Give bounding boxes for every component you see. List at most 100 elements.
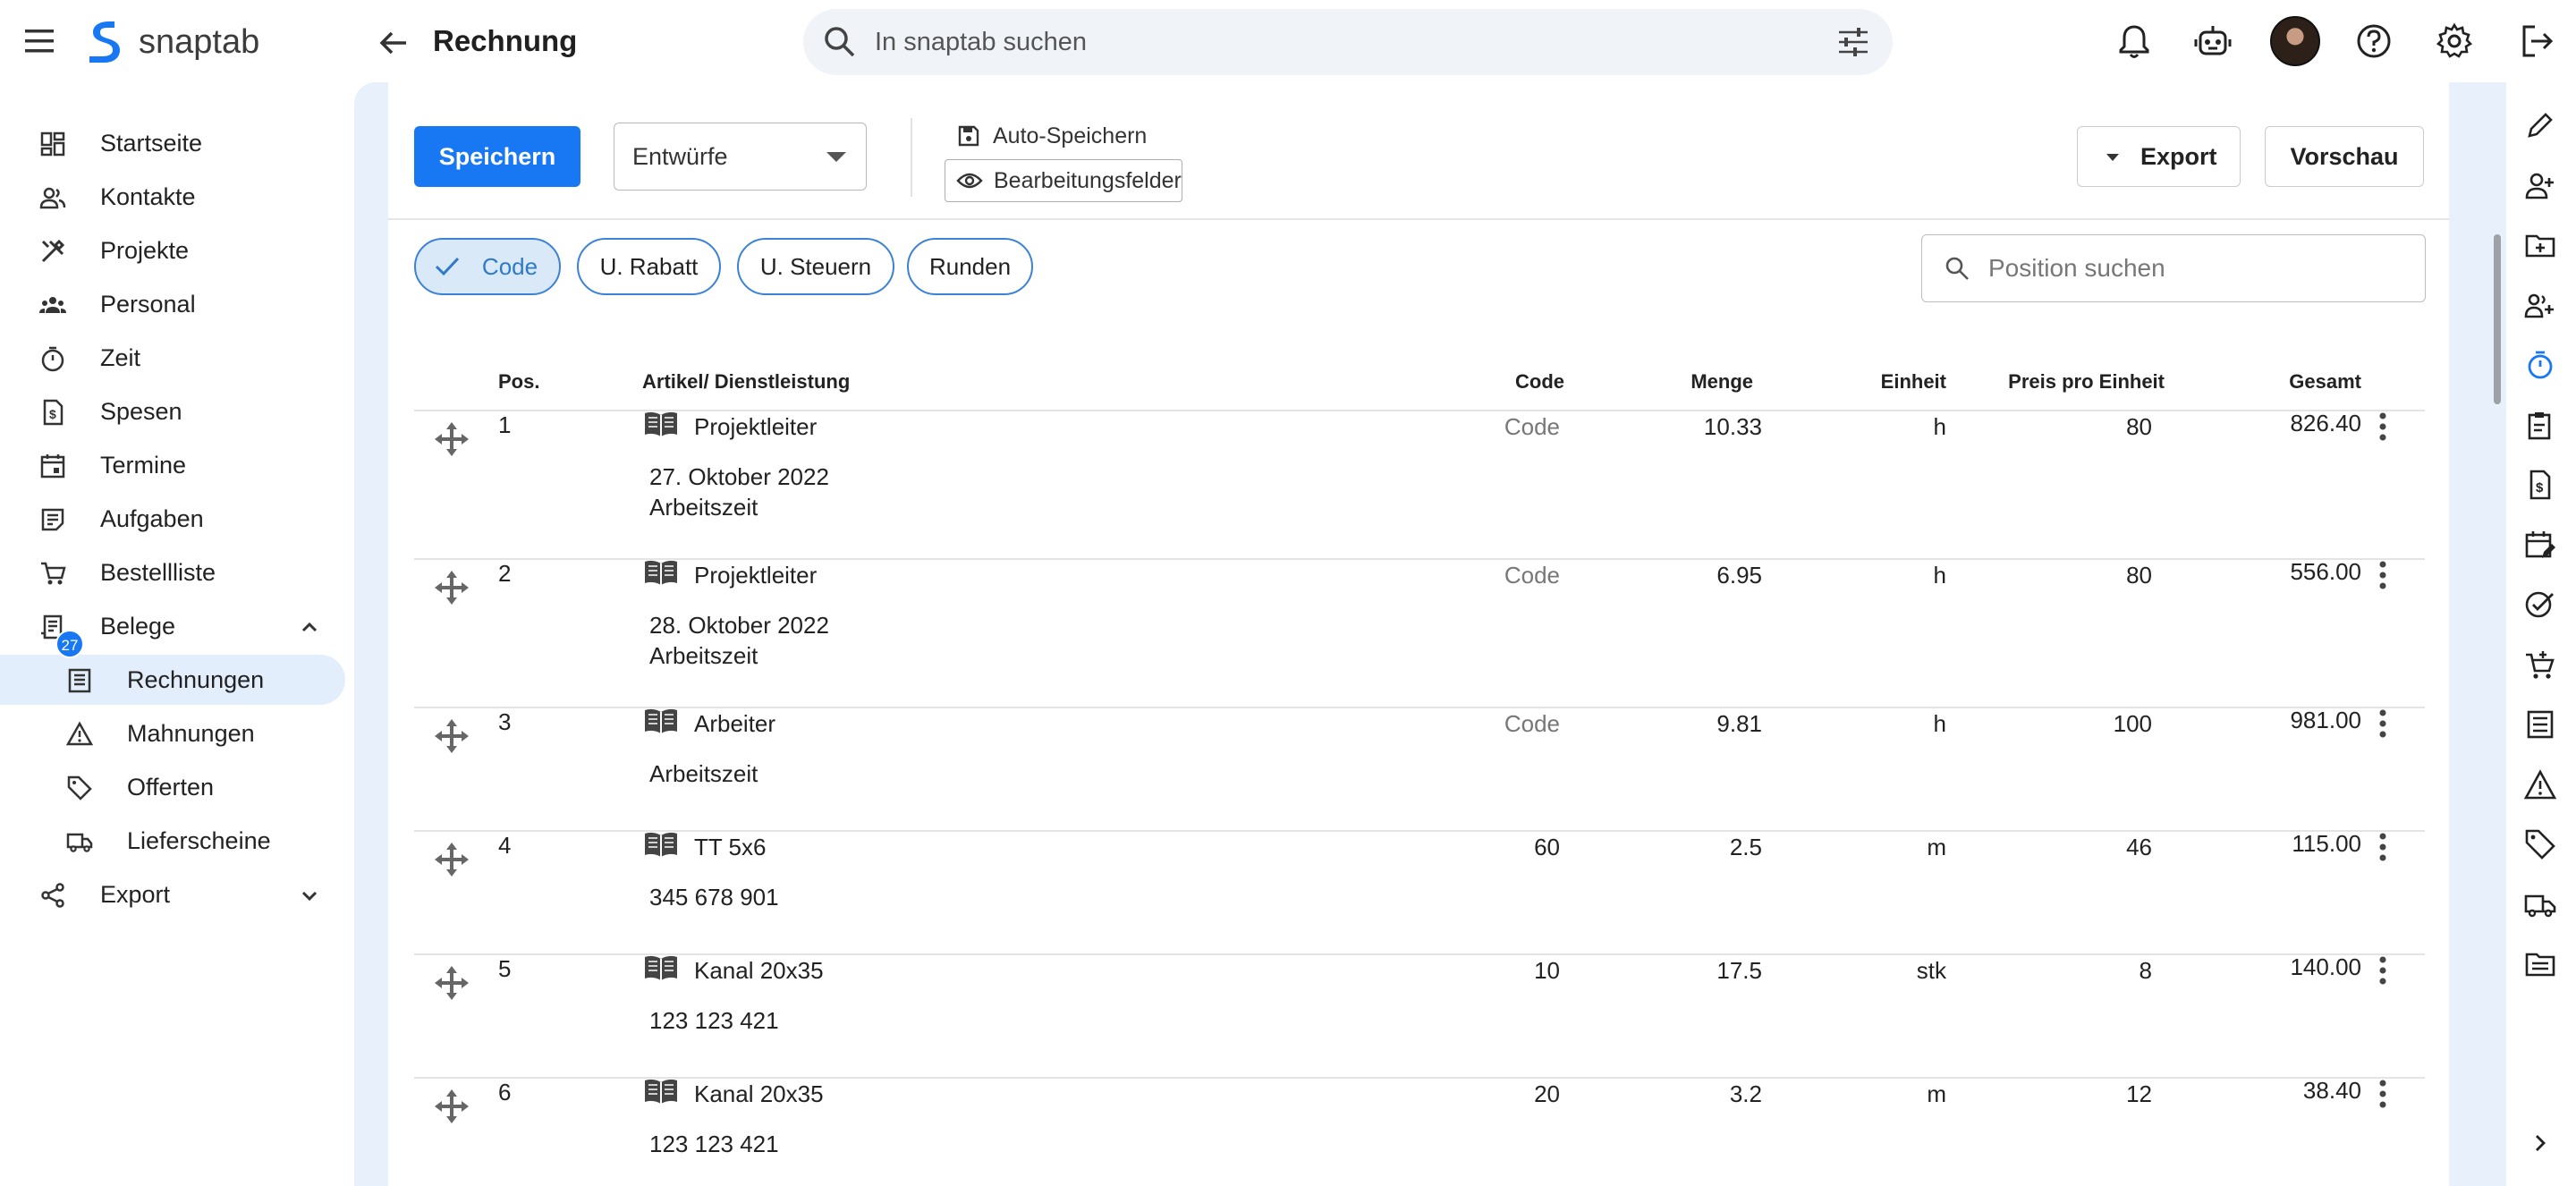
sidebar-item-kontakte[interactable]: Kontakte [0, 172, 345, 222]
robot-icon[interactable] [2193, 21, 2233, 61]
drag-handle-icon[interactable] [433, 964, 470, 1002]
cell-description[interactable]: Arbeitszeit [649, 640, 758, 671]
drag-handle-icon[interactable] [433, 569, 470, 606]
cell-unit[interactable]: m [1857, 1079, 1946, 1109]
cell-unit[interactable]: m [1857, 832, 1946, 862]
cell-code[interactable]: 60 [1426, 832, 1560, 862]
cart-add-icon[interactable] [2524, 649, 2556, 682]
global-search[interactable]: In snaptab suchen [803, 9, 1893, 75]
draft-select[interactable]: Entwürfe [614, 123, 867, 191]
help-icon[interactable] [2354, 21, 2394, 61]
truck-icon[interactable] [2524, 889, 2556, 921]
sidebar-item-offerten[interactable]: Offerten [0, 762, 345, 812]
position-search-input[interactable]: Position suchen [1921, 234, 2426, 302]
avatar[interactable] [2270, 16, 2320, 66]
chevron-right-icon[interactable] [2524, 1127, 2556, 1159]
cell-description[interactable]: Arbeitszeit [649, 492, 758, 522]
export-button[interactable]: Export [2077, 126, 2241, 187]
chip-code[interactable]: Code [414, 238, 561, 295]
chevron-down-icon[interactable] [297, 883, 322, 908]
cell-description[interactable]: Arbeitszeit [649, 758, 758, 789]
cell-code[interactable]: Code [1426, 708, 1560, 739]
chip-u-steuern[interactable]: U. Steuern [737, 238, 894, 295]
sidebar-item-export[interactable]: Export [0, 869, 345, 919]
sidebar-item-startseite[interactable]: Startseite [0, 118, 345, 168]
drag-handle-icon[interactable] [433, 1088, 470, 1125]
cell-unit[interactable]: h [1857, 560, 1946, 590]
sidebar-item-lieferscheine[interactable]: Lieferscheine [0, 816, 345, 866]
sidebar-item-termine[interactable]: Termine [0, 440, 345, 490]
autosave-toggle[interactable]: Auto-Speichern [957, 118, 1147, 154]
cell-qty[interactable]: 9.81 [1628, 708, 1762, 739]
add-contact-icon[interactable] [2524, 170, 2556, 202]
sidebar-item-personal[interactable]: Personal [0, 279, 345, 329]
edit-fields-button[interactable]: Bearbeitungsfelder [945, 159, 1182, 202]
more-options-icon[interactable] [2377, 411, 2388, 442]
add-person-icon[interactable] [2524, 290, 2556, 322]
sidebar-item-spesen[interactable]: $ Spesen [0, 386, 345, 436]
folder-icon[interactable] [2524, 948, 2556, 980]
cell-price[interactable]: 46 [2018, 832, 2152, 862]
cell-article[interactable]: Kanal 20x35 [694, 1079, 824, 1109]
cell-qty[interactable]: 3.2 [1628, 1079, 1762, 1109]
notification-bell-icon[interactable] [2114, 21, 2154, 61]
scrollbar[interactable] [2494, 234, 2501, 404]
logout-icon[interactable] [2517, 21, 2556, 61]
cell-code[interactable]: 20 [1426, 1079, 1560, 1109]
cell-description[interactable]: 28. Oktober 2022 [649, 610, 829, 640]
more-options-icon[interactable] [2377, 560, 2388, 590]
sidebar-item-mahnungen[interactable]: Mahnungen [0, 708, 345, 758]
chip-runden[interactable]: Runden [907, 238, 1033, 295]
cell-article[interactable]: TT 5x6 [694, 832, 766, 862]
invoice-icon[interactable] [2524, 708, 2556, 741]
menu-icon[interactable] [20, 23, 59, 59]
warning-icon[interactable] [2524, 769, 2556, 801]
cell-unit[interactable]: h [1857, 411, 1946, 442]
more-options-icon[interactable] [2377, 832, 2388, 862]
chevron-up-icon[interactable] [297, 614, 322, 640]
sidebar-item-belege[interactable]: Belege [0, 601, 345, 651]
more-options-icon[interactable] [2377, 708, 2388, 739]
drag-handle-icon[interactable] [433, 420, 470, 458]
cell-code[interactable]: Code [1426, 411, 1560, 442]
drag-handle-icon[interactable] [433, 717, 470, 755]
more-options-icon[interactable] [2377, 1079, 2388, 1109]
calendar-edit-icon[interactable] [2524, 529, 2556, 562]
cell-unit[interactable]: stk [1857, 955, 1946, 986]
task-done-icon[interactable] [2524, 589, 2556, 621]
cell-description[interactable]: 123 123 421 [649, 1005, 779, 1036]
settings-gear-icon[interactable] [2435, 21, 2474, 61]
new-folder-icon[interactable] [2524, 229, 2556, 261]
cell-code[interactable]: 10 [1426, 955, 1560, 986]
save-button[interactable]: Speichern [414, 126, 580, 187]
preview-button[interactable]: Vorschau [2265, 126, 2424, 187]
cell-qty[interactable]: 10.33 [1628, 411, 1762, 442]
cell-description[interactable]: 27. Oktober 2022 [649, 462, 829, 492]
cell-article[interactable]: Projektleiter [694, 411, 817, 442]
tag-icon[interactable] [2524, 828, 2556, 860]
receipt-icon[interactable]: $ [2524, 469, 2556, 501]
drag-handle-icon[interactable] [433, 841, 470, 878]
search-input[interactable]: In snaptab suchen [875, 9, 1087, 75]
cell-article[interactable]: Kanal 20x35 [694, 955, 824, 986]
sidebar-item-projekte[interactable]: Projekte [0, 225, 345, 275]
sidebar-item-aufgaben[interactable]: Aufgaben [0, 494, 345, 544]
clipboard-icon[interactable] [2524, 410, 2556, 442]
cell-description[interactable]: 345 678 901 [649, 882, 779, 912]
cell-code[interactable]: Code [1426, 560, 1560, 590]
cell-description[interactable]: 123 123 421 [649, 1129, 779, 1159]
cell-qty[interactable]: 6.95 [1628, 560, 1762, 590]
snaptab-logo-icon[interactable] [84, 18, 125, 66]
more-options-icon[interactable] [2377, 955, 2388, 986]
chip-u-rabatt[interactable]: U. Rabatt [577, 238, 721, 295]
cell-qty[interactable]: 2.5 [1628, 832, 1762, 862]
cell-price[interactable]: 8 [2018, 955, 2152, 986]
cell-qty[interactable]: 17.5 [1628, 955, 1762, 986]
sidebar-item-rechnungen[interactable]: Rechnungen [0, 655, 345, 705]
sidebar-item-bestellliste[interactable]: Bestellliste [0, 547, 345, 597]
edit-icon[interactable] [2524, 109, 2556, 141]
cell-article[interactable]: Projektleiter [694, 560, 817, 590]
cell-price[interactable]: 12 [2018, 1079, 2152, 1109]
cell-article[interactable]: Arbeiter [694, 708, 775, 739]
cell-price[interactable]: 100 [2018, 708, 2152, 739]
